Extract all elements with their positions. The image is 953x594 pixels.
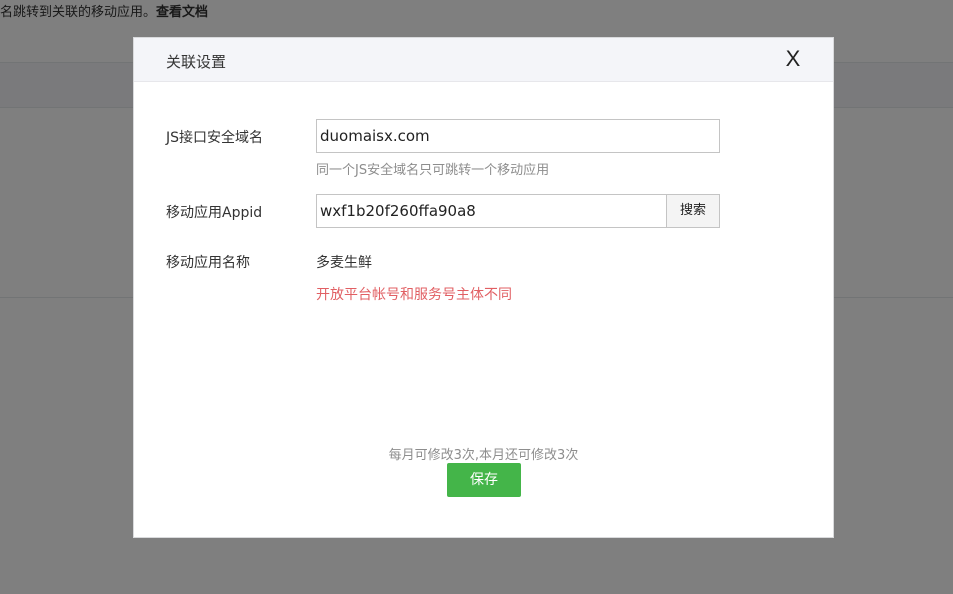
modification-limit-note: 每月可修改3次,本月还可修改3次 xyxy=(388,448,579,463)
search-button[interactable]: 搜索 xyxy=(666,194,720,228)
dialog-title: 关联设置 xyxy=(166,53,227,71)
save-button[interactable]: 保存 xyxy=(447,463,521,497)
js-domain-input[interactable] xyxy=(316,119,720,153)
app-name-error: 开放平台帐号和服务号主体不同 xyxy=(316,287,512,303)
dialog-header: 关联设置 X xyxy=(134,38,833,82)
appid-label: 移动应用Appid xyxy=(166,205,263,221)
link-settings-dialog: 关联设置 X JS接口安全域名 同一个JS安全域名只可跳转一个移动应用 移动应用… xyxy=(133,37,834,538)
app-name-value: 多麦生鲜 xyxy=(316,255,372,271)
app-name-label: 移动应用名称 xyxy=(166,255,250,271)
js-domain-label: JS接口安全域名 xyxy=(166,130,264,146)
js-domain-hint: 同一个JS安全域名只可跳转一个移动应用 xyxy=(316,163,550,178)
close-button[interactable]: X xyxy=(783,46,803,72)
appid-input[interactable] xyxy=(316,194,667,228)
